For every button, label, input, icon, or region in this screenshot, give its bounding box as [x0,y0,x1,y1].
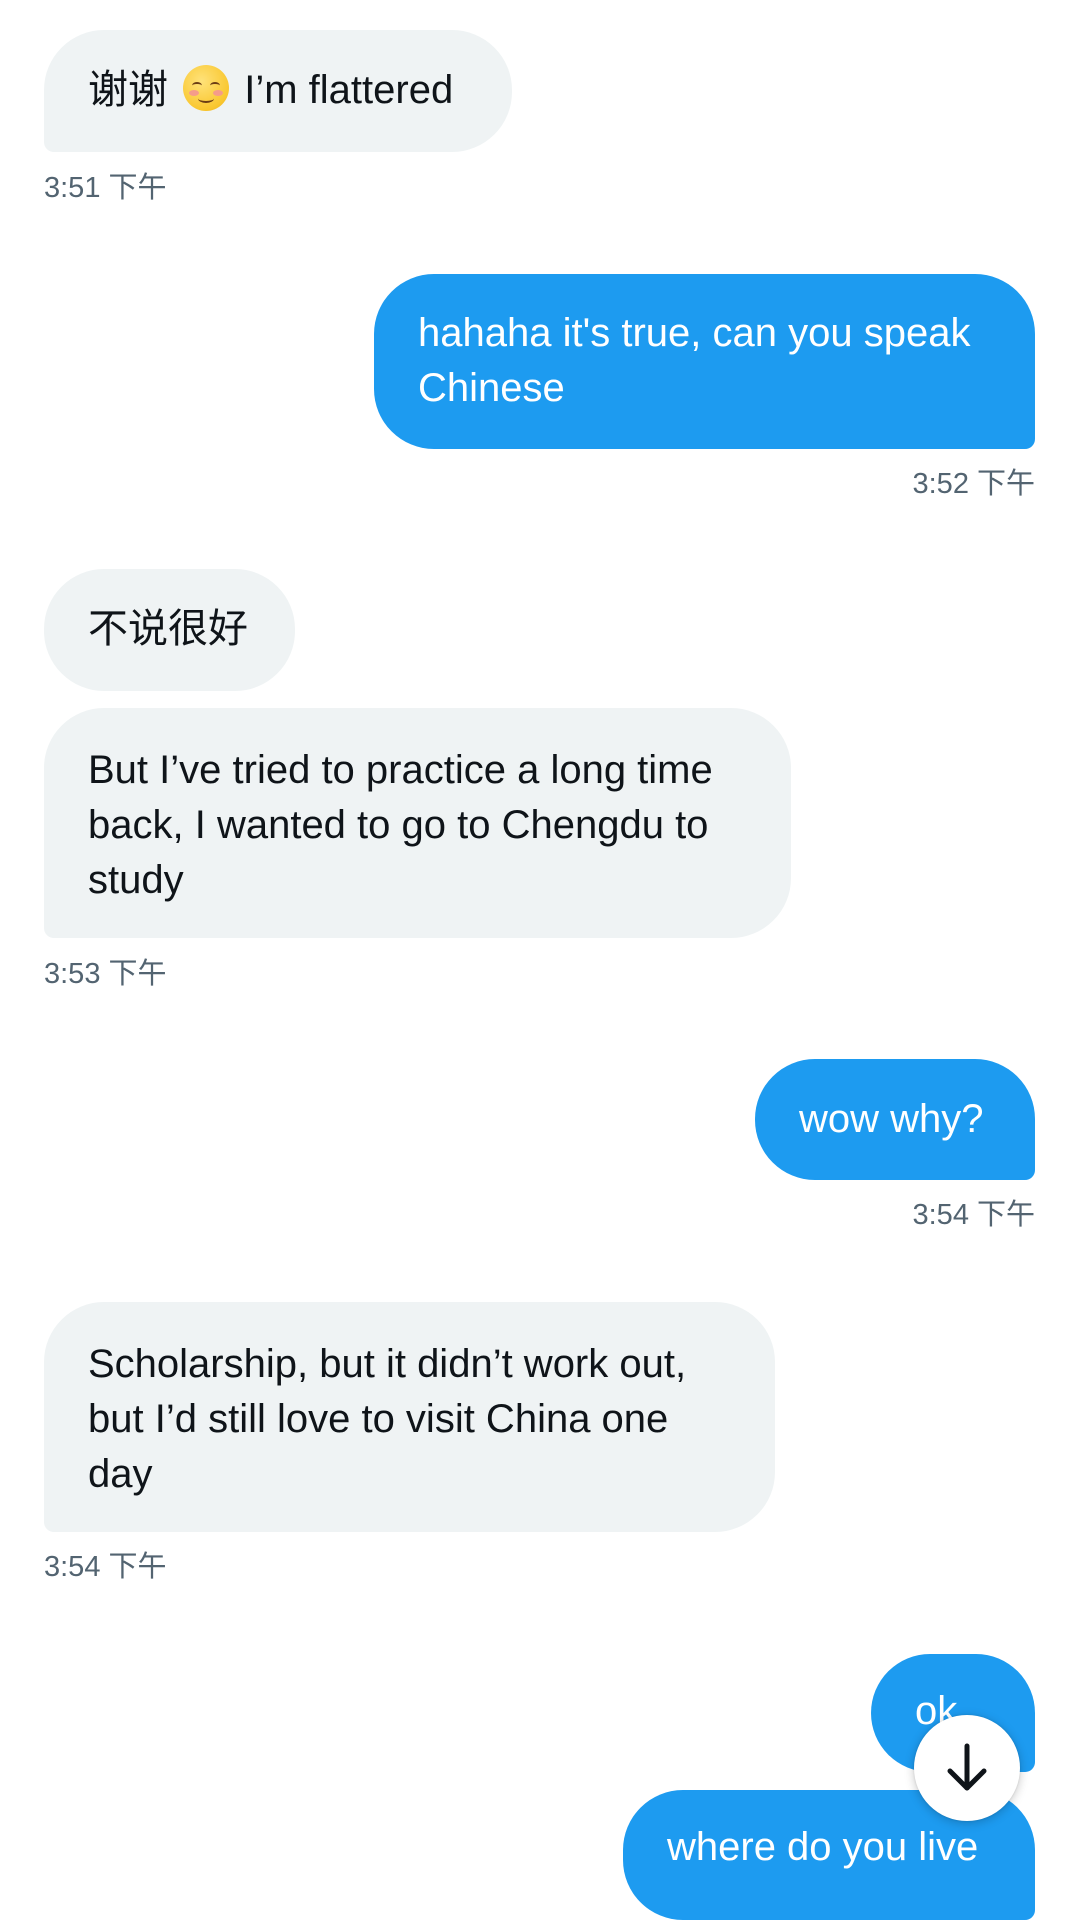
smiling-face-icon [183,65,230,111]
message-timestamp: 3:54 下午 [912,1199,1036,1231]
message-text: But I’ve tried to practice a long time b… [88,748,713,902]
message-bubble-received[interactable]: But I’ve tried to practice a long time b… [44,708,791,938]
message-text: 谢谢 [88,68,168,112]
message-text: where do you live [667,1825,979,1869]
message-timestamp: 3:54 下午 [44,1551,167,1583]
message-timestamp: 3:52 下午 [912,468,1036,500]
message-bubble-received[interactable]: 不说很好 [44,569,295,691]
message-text: wow why? [799,1097,984,1141]
arrow-down-icon [947,1743,987,1791]
conversation-thread[interactable]: 谢谢 I’m flattered 3:51 下午 hahaha it's tru… [0,0,1080,1920]
message-text: 不说很好 [88,607,248,651]
message-text: hahaha it's true, can you speak Chinese [418,311,971,410]
message-bubble-received[interactable]: 谢谢 I’m flattered [44,30,512,152]
message-text: Scholarship, but it didn’t work out, but… [88,1342,687,1496]
message-timestamp: 3:51 下午 [44,172,167,204]
message-text: I’m flattered [244,68,454,112]
message-timestamp: 3:53 下午 [44,958,167,990]
scroll-to-bottom-button[interactable] [914,1715,1020,1821]
message-bubble-sent[interactable]: hahaha it's true, can you speak Chinese [374,274,1035,449]
message-bubble-received[interactable]: Scholarship, but it didn’t work out, but… [44,1302,775,1532]
message-bubble-sent[interactable]: wow why? [755,1059,1035,1180]
